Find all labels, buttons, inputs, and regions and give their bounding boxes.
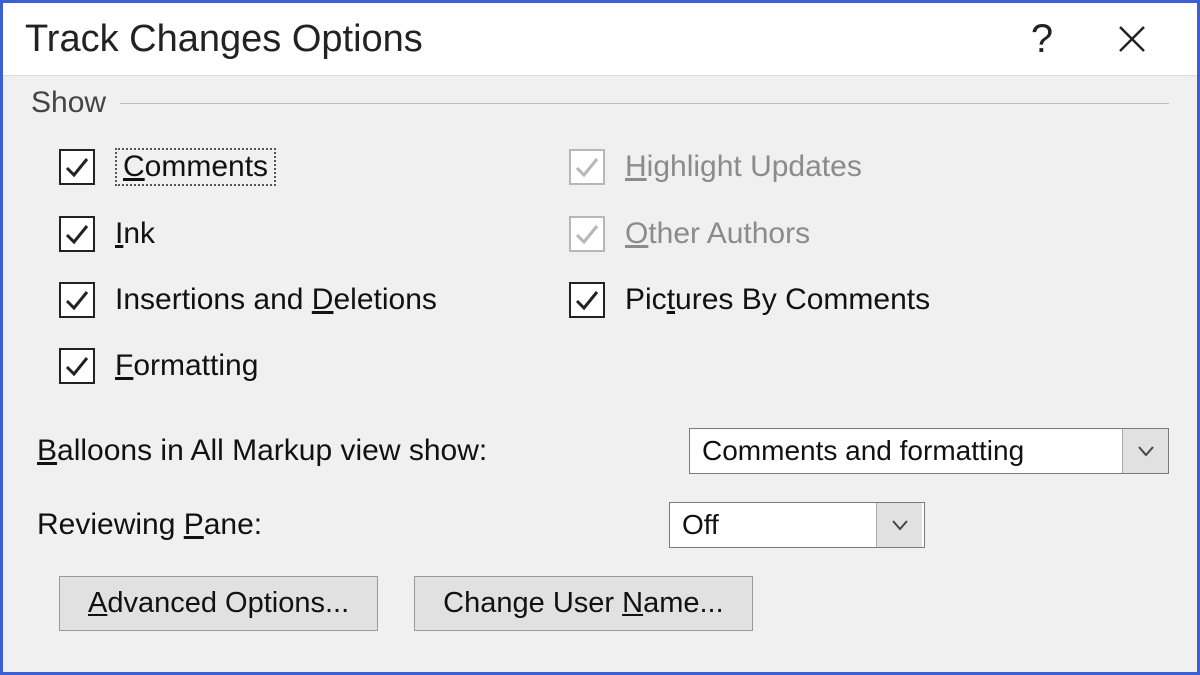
reviewing-pane-label: Reviewing Pane: bbox=[37, 508, 655, 542]
reviewing-pane-combobox[interactable]: Off bbox=[669, 502, 925, 548]
change-user-name-button[interactable]: Change User Name... bbox=[414, 576, 752, 631]
close-icon bbox=[1117, 24, 1147, 54]
dialog-body: Show Comments Highlight Updates I bbox=[3, 76, 1197, 672]
reviewing-pane-combobox-value: Off bbox=[670, 503, 876, 547]
checkbox-ink[interactable] bbox=[59, 216, 95, 252]
titlebar: Track Changes Options ? bbox=[3, 3, 1197, 76]
help-button[interactable]: ? bbox=[997, 11, 1087, 67]
checkmark-icon bbox=[574, 287, 600, 313]
checkbox-label-formatting: Formatting bbox=[115, 349, 258, 383]
checkbox-insertions-deletions[interactable] bbox=[59, 282, 95, 318]
checkbox-label-insertions-deletions: Insertions and Deletions bbox=[115, 283, 437, 317]
checkmark-icon bbox=[574, 221, 600, 247]
chevron-down-icon bbox=[891, 519, 909, 531]
close-button[interactable] bbox=[1087, 11, 1177, 67]
checkbox-row-highlight-updates: Highlight Updates bbox=[569, 148, 1169, 186]
checkmark-icon bbox=[64, 353, 90, 379]
checkbox-pictures-by-comments[interactable] bbox=[569, 282, 605, 318]
track-changes-options-dialog: Track Changes Options ? Show Comments bbox=[0, 0, 1200, 675]
checkbox-label-ink: Ink bbox=[115, 217, 155, 251]
checkbox-label-comments: Comments bbox=[115, 148, 276, 186]
checkbox-row-ink: Ink bbox=[59, 216, 569, 252]
checkbox-formatting[interactable] bbox=[59, 348, 95, 384]
checkbox-label-highlight-updates: Highlight Updates bbox=[625, 150, 862, 184]
chevron-down-icon bbox=[1137, 445, 1155, 457]
reviewing-pane-combobox-arrow bbox=[876, 503, 922, 547]
advanced-options-button[interactable]: Advanced Options... bbox=[59, 576, 378, 631]
checkbox-other-authors bbox=[569, 216, 605, 252]
checkbox-row-formatting: Formatting bbox=[59, 348, 569, 384]
section-label-show: Show bbox=[31, 86, 106, 120]
checkbox-highlight-updates bbox=[569, 149, 605, 185]
balloons-row: Balloons in All Markup view show: Commen… bbox=[37, 428, 1169, 474]
checkbox-row-comments: Comments bbox=[59, 148, 569, 186]
show-checkbox-grid: Comments Highlight Updates Ink Other Aut… bbox=[59, 148, 1169, 384]
dialog-title: Track Changes Options bbox=[25, 18, 997, 61]
checkbox-row-other-authors: Other Authors bbox=[569, 216, 1169, 252]
checkbox-comments[interactable] bbox=[59, 149, 95, 185]
balloons-combobox-value: Comments and formatting bbox=[690, 429, 1122, 473]
checkbox-label-other-authors: Other Authors bbox=[625, 217, 810, 251]
checkbox-row-insertions-deletions: Insertions and Deletions bbox=[59, 282, 569, 318]
reviewing-pane-row: Reviewing Pane: Off bbox=[37, 502, 1169, 548]
checkmark-icon bbox=[64, 154, 90, 180]
balloons-combobox[interactable]: Comments and formatting bbox=[689, 428, 1169, 474]
balloons-combobox-arrow bbox=[1122, 429, 1168, 473]
button-row: Advanced Options... Change User Name... bbox=[59, 576, 1169, 631]
checkmark-icon bbox=[64, 287, 90, 313]
section-header-show: Show bbox=[31, 86, 1169, 120]
balloons-label: Balloons in All Markup view show: bbox=[37, 434, 487, 468]
checkbox-label-pictures-by-comments: Pictures By Comments bbox=[625, 283, 930, 317]
checkmark-icon bbox=[574, 154, 600, 180]
checkbox-row-pictures-by-comments: Pictures By Comments bbox=[569, 282, 1169, 318]
checkmark-icon bbox=[64, 221, 90, 247]
section-rule bbox=[120, 103, 1169, 104]
